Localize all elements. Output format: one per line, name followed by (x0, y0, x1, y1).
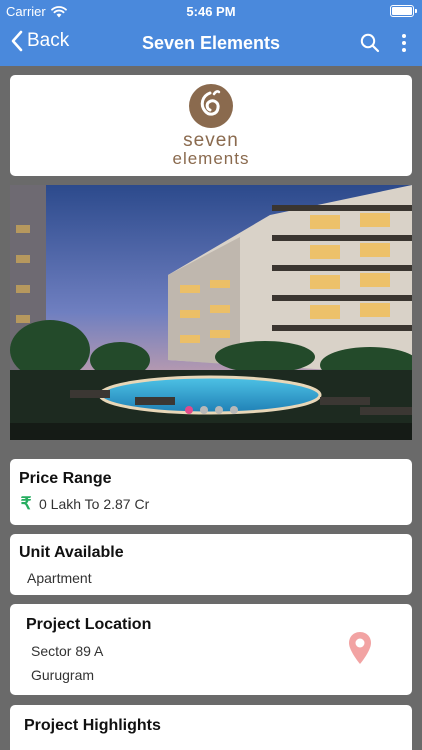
more-icon-dot (402, 41, 406, 45)
navigation-bar: Back Seven Elements (0, 22, 422, 66)
project-logo-card: seven elements (10, 75, 412, 176)
battery-icon (390, 5, 417, 17)
unit-available-label: Unit Available (19, 544, 124, 561)
status-bar: Carrier 5:46 PM (0, 0, 422, 22)
gallery-pagination (10, 406, 412, 414)
gallery-dot[interactable] (229, 406, 238, 414)
search-icon (360, 33, 380, 53)
project-highlights-label: Project Highlights (24, 717, 161, 734)
gallery-dot[interactable] (184, 406, 193, 414)
project-location-card[interactable]: Project Location Sector 89 A Gurugram (10, 604, 412, 695)
unit-available-card: Unit Available Apartment (10, 534, 412, 595)
more-options-button[interactable] (400, 32, 408, 54)
gallery-dot[interactable] (199, 406, 208, 414)
project-highlights-card: Project Highlights (10, 705, 412, 750)
project-image-gallery[interactable] (10, 185, 412, 440)
project-rendering-image (10, 185, 412, 440)
logo-text-line1: seven (183, 130, 239, 151)
logo-text-line2: elements (172, 149, 250, 168)
search-button[interactable] (360, 33, 380, 58)
map-pin-icon[interactable] (348, 631, 372, 665)
more-icon-dot (402, 34, 406, 38)
unit-available-value: Apartment (27, 570, 92, 586)
price-range-label: Price Range (19, 470, 112, 487)
chevron-left-icon (11, 30, 23, 52)
location-city: Gurugram (31, 667, 95, 683)
seven-elements-logo-icon (189, 84, 233, 128)
price-range-row: ₹ 0 Lakh To 2.87 Cr (19, 494, 403, 514)
status-time: 5:46 PM (186, 4, 236, 19)
back-label: Back (27, 30, 70, 51)
rupee-icon: ₹ (20, 494, 32, 513)
price-range-card: Price Range ₹ 0 Lakh To 2.87 Cr (10, 459, 412, 525)
back-button[interactable]: Back (10, 30, 69, 52)
price-range-value: 0 Lakh To 2.87 Cr (39, 496, 150, 512)
gallery-dot[interactable] (214, 406, 223, 414)
more-icon-dot (402, 48, 406, 52)
project-location-label: Project Location (26, 616, 152, 633)
location-sector: Sector 89 A (31, 643, 104, 659)
